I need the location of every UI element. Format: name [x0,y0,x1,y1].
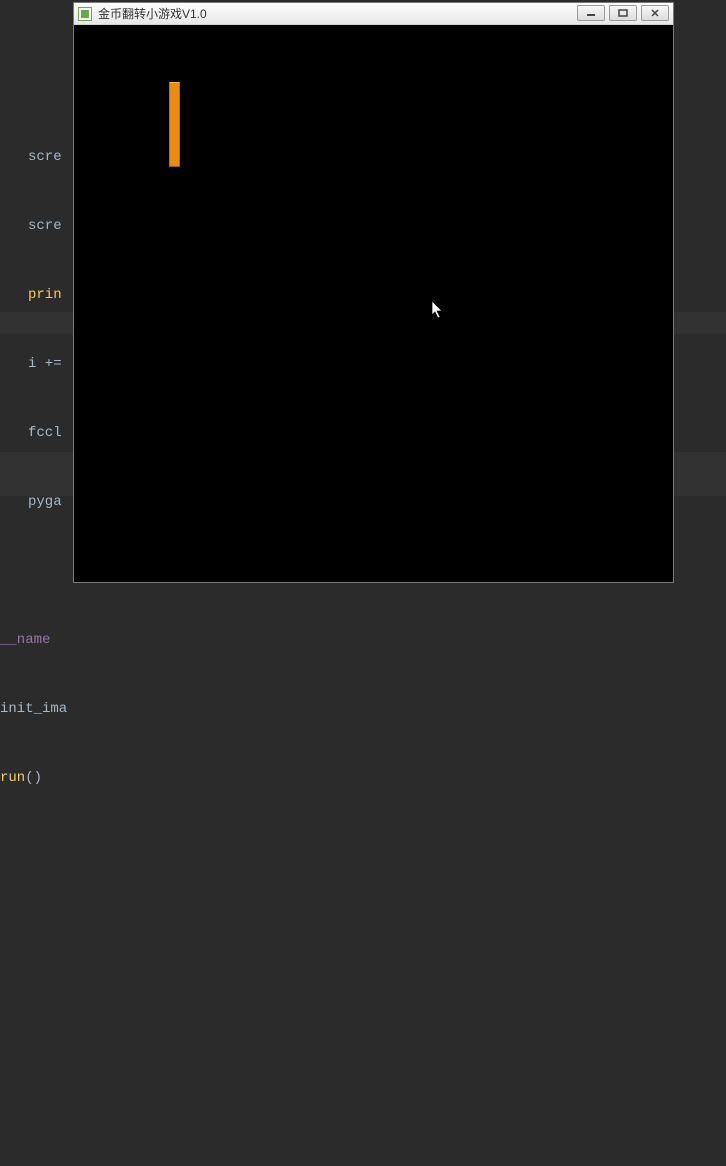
code-text: scre [28,149,62,165]
code-text: pyga [28,494,62,510]
game-window: 金币翻转小游戏V1.0 [73,2,674,583]
close-icon [650,9,660,17]
code-line [0,905,70,928]
minimize-button[interactable] [577,5,605,21]
code-text: prin [28,287,62,303]
code-text: i += [28,356,62,372]
code-line: run() [0,767,70,790]
code-line: i += [0,353,70,376]
code-text: () [25,770,42,786]
code-text: __name [0,632,50,648]
code-area: scre scre prin i += fccl pyga __name ini… [0,100,70,1166]
code-line: fccl [0,422,70,445]
code-line [0,974,70,997]
code-line: prin [0,284,70,307]
code-line [0,1112,70,1135]
code-line [0,560,70,583]
window-title: 金币翻转小游戏V1.0 [98,5,207,22]
code-line [0,836,70,859]
code-text: run [0,770,25,786]
code-line: __name [0,629,70,652]
code-line [0,1043,70,1066]
code-line: pyga [0,491,70,514]
titlebar[interactable]: 金币翻转小游戏V1.0 [74,3,673,25]
code-text: scre [28,218,62,234]
coin-sprite [169,82,180,167]
mouse-cursor-icon [432,301,446,321]
code-line: init_ima [0,698,70,721]
code-text: init_ima [0,701,67,717]
window-buttons [577,5,669,21]
code-text: fccl [28,425,62,441]
maximize-icon [618,9,628,17]
close-button[interactable] [641,5,669,21]
minimize-icon [586,9,596,17]
app-icon [78,7,92,21]
maximize-button[interactable] [609,5,637,21]
code-line: scre [0,146,70,169]
code-line: scre [0,215,70,238]
game-canvas[interactable] [74,25,673,582]
